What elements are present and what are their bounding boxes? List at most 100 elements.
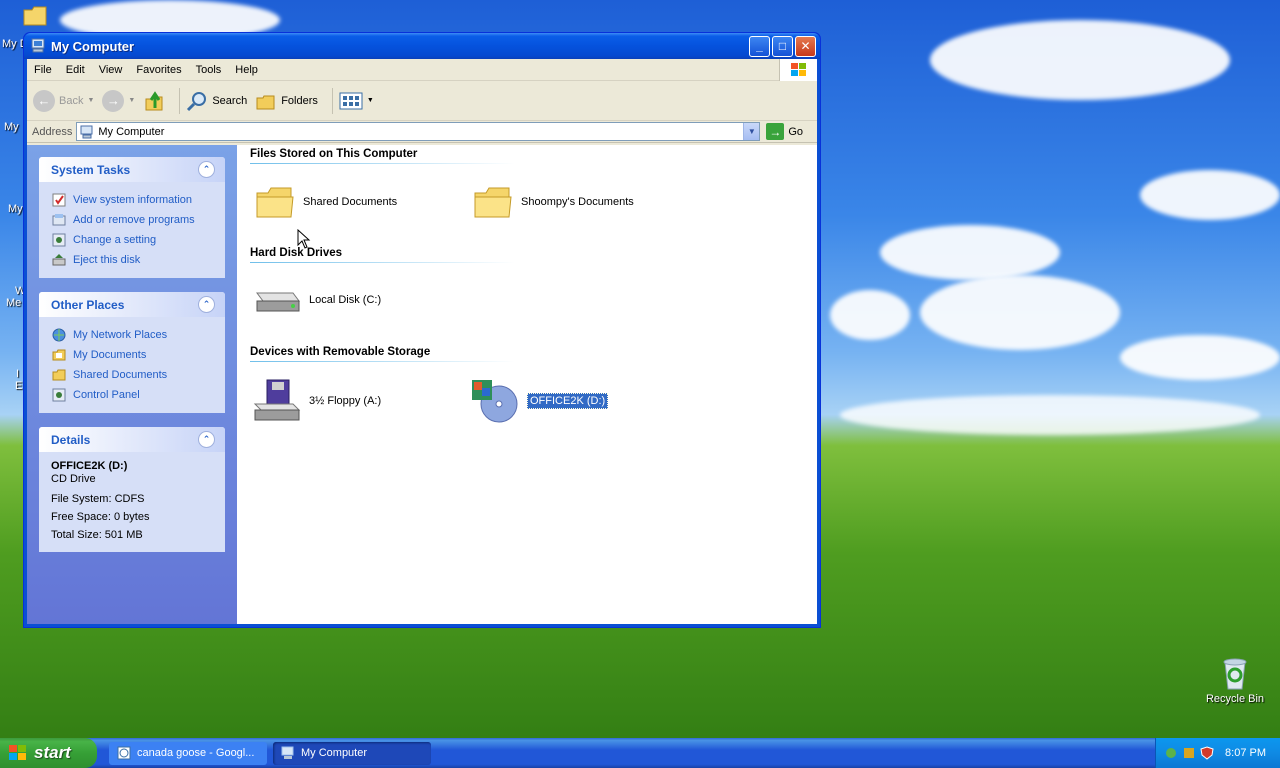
folder-icon — [256, 187, 294, 218]
panel-title: Details — [51, 432, 91, 447]
details-file-system: File System: CDFS — [51, 493, 145, 505]
item-label: 3½ Floppy (A:) — [309, 395, 382, 407]
menu-favorites[interactable]: Favorites — [129, 64, 188, 76]
collapse-button[interactable]: ⌃ — [198, 161, 215, 178]
address-label: Address — [32, 125, 73, 138]
window-title: My Computer — [51, 38, 135, 54]
menu-edit[interactable]: Edit — [59, 64, 92, 76]
task-pane: System Tasks ⌃ View system information A… — [27, 145, 237, 624]
cloud — [830, 290, 910, 340]
my-documents-desktop-icon[interactable] — [22, 2, 48, 28]
my-computer-window[interactable]: My Computer _ □ ✕ File Edit View Favorit… — [23, 32, 821, 628]
shoompys-documents-item[interactable]: Shoompy's Documents — [473, 183, 634, 221]
desktop-icon-label[interactable]: E — [15, 380, 22, 392]
cloud — [1120, 335, 1280, 380]
maximize-button[interactable]: □ — [772, 35, 793, 57]
details-header[interactable]: Details ⌃ — [39, 427, 225, 452]
control-panel-icon — [51, 387, 67, 403]
taskbar: start canada goose - Googl... My Compute… — [0, 738, 1280, 768]
address-bar: Address My Computer ▼ → Go — [27, 121, 817, 143]
file-view[interactable]: Files Stored on This Computer Shared Doc… — [237, 145, 817, 624]
group-divider — [250, 361, 515, 362]
go-button[interactable]: → Go — [766, 123, 803, 140]
menu-file[interactable]: File — [27, 64, 59, 76]
folder-icon — [51, 367, 67, 383]
network-tray-icon[interactable] — [1164, 746, 1178, 760]
task-label: canada goose - Googl... — [137, 747, 255, 759]
views-button[interactable]: ▼ — [339, 91, 374, 111]
close-icon: ✕ — [800, 39, 811, 53]
forward-button[interactable]: → ▼ — [102, 89, 135, 112]
folders-icon — [256, 95, 275, 109]
address-dropdown-button[interactable]: ▼ — [743, 123, 760, 140]
shared-documents-link[interactable]: Shared Documents — [51, 365, 215, 385]
item-label: Local Disk (C:) — [309, 294, 382, 306]
collapse-button[interactable]: ⌃ — [198, 296, 215, 313]
control-panel-link[interactable]: Control Panel — [51, 385, 215, 405]
local-disk-c-item[interactable]: Local Disk (C:) — [253, 285, 381, 315]
details-panel: Details ⌃ OFFICE2K (D:) CD Drive File Sy… — [39, 427, 225, 552]
change-setting-link[interactable]: Change a setting — [51, 230, 215, 250]
windows-logo-icon — [9, 745, 26, 760]
add-remove-programs-link[interactable]: Add or remove programs — [51, 210, 215, 230]
start-button[interactable]: start — [0, 738, 97, 768]
clock[interactable]: 8:07 PM — [1225, 747, 1266, 759]
cd-drive-icon — [472, 380, 518, 423]
menu-help[interactable]: Help — [228, 64, 265, 76]
details-free-space: Free Space: 0 bytes — [51, 511, 150, 523]
office2k-d-item[interactable]: OFFICE2K (D:) — [471, 378, 609, 424]
forward-arrow-icon: → — [102, 89, 125, 112]
recycle-bin-label: Recycle Bin — [1205, 693, 1265, 705]
my-network-places-link[interactable]: My Network Places — [51, 325, 215, 345]
my-computer-icon — [31, 38, 45, 53]
control-panel-icon — [51, 232, 67, 248]
title-bar[interactable]: My Computer _ □ ✕ — [24, 33, 820, 59]
link-label: View system information — [73, 194, 193, 206]
taskbar-item-my-computer[interactable]: My Computer — [273, 741, 431, 765]
link-label: Add or remove programs — [73, 214, 195, 226]
panel-title: System Tasks — [51, 162, 131, 177]
windows-logo-icon — [779, 59, 817, 81]
folders-button[interactable]: Folders — [255, 90, 318, 112]
browser-icon — [117, 746, 131, 760]
cloud — [880, 225, 1060, 280]
search-icon — [187, 91, 207, 111]
cloud — [1140, 170, 1280, 220]
up-button[interactable] — [143, 90, 165, 112]
other-places-header[interactable]: Other Places ⌃ — [39, 292, 225, 317]
my-documents-link[interactable]: My Documents — [51, 345, 215, 365]
shared-documents-item[interactable]: Shared Documents — [255, 183, 397, 221]
menu-view[interactable]: View — [92, 64, 130, 76]
chevron-down-icon: ▼ — [87, 97, 95, 104]
back-button[interactable]: ← Back ▼ — [33, 89, 95, 112]
recycle-bin-desktop-icon[interactable]: Recycle Bin — [1200, 656, 1270, 705]
system-tasks-header[interactable]: System Tasks ⌃ — [39, 157, 225, 182]
folder-icon — [474, 187, 512, 218]
link-label: Control Panel — [73, 389, 140, 401]
shield-icon[interactable] — [1200, 746, 1214, 760]
view-system-information-link[interactable]: View system information — [51, 190, 215, 210]
search-button[interactable]: Search — [186, 90, 247, 112]
my-computer-icon — [80, 125, 93, 138]
system-tray: 8:07 PM — [1155, 738, 1280, 768]
minimize-button[interactable]: _ — [749, 35, 770, 57]
desktop-icon-label[interactable]: Me — [6, 297, 21, 309]
group-header: Files Stored on This Computer — [250, 148, 418, 160]
menu-tools[interactable]: Tools — [189, 64, 229, 76]
security-tray-icon[interactable] — [1182, 746, 1196, 760]
details-total-size: Total Size: 501 MB — [51, 529, 143, 541]
desktop-icon-label[interactable]: My — [4, 121, 19, 133]
chevron-down-icon: ▼ — [747, 127, 756, 136]
address-input[interactable]: My Computer ▼ — [76, 122, 761, 141]
standard-toolbar: ← Back ▼ → ▼ Search Folders ▼ — [27, 81, 817, 121]
collapse-button[interactable]: ⌃ — [198, 431, 215, 448]
eject-disk-link[interactable]: Eject this disk — [51, 250, 215, 270]
desktop-icon-label[interactable]: My — [8, 203, 23, 215]
chevron-down-icon: ▼ — [366, 97, 374, 104]
network-icon — [51, 327, 67, 343]
item-label: Shared Documents — [303, 196, 398, 208]
desktop-icon-label[interactable]: I — [16, 368, 19, 380]
floppy-a-item[interactable]: 3½ Floppy (A:) — [253, 378, 381, 424]
close-button[interactable]: ✕ — [795, 35, 816, 57]
taskbar-item-browser[interactable]: canada goose - Googl... — [109, 741, 267, 765]
